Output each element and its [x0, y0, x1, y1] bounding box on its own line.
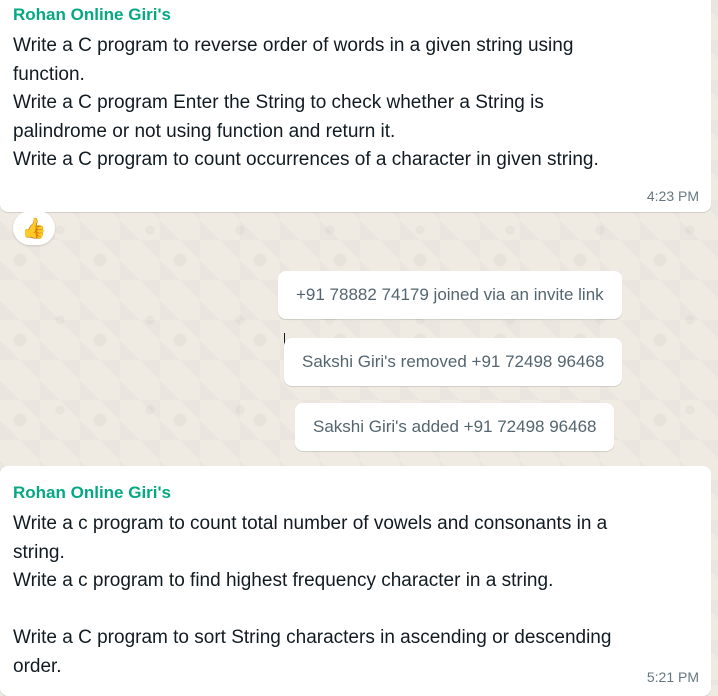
- message-text: Write a C program to sort String charact…: [13, 627, 612, 648]
- message-bubble[interactable]: Rohan Online Giri's Write a c program to…: [0, 466, 711, 696]
- message-text: Write a C program to count occurrences o…: [13, 149, 599, 170]
- thumbs-up-reaction-icon[interactable]: 👍: [13, 211, 55, 245]
- message-text: function.: [13, 63, 85, 85]
- message-text: Write a C program Enter the String to ch…: [13, 92, 544, 113]
- message-text: Write a c program to count total number …: [13, 513, 608, 534]
- message-text: [13, 596, 697, 625]
- message-text: palindrome or not using function and ret…: [13, 120, 396, 142]
- message-bubble[interactable]: Rohan Online Giri's Write a C program to…: [0, 0, 711, 212]
- system-message: +91 78882 74179 joined via an invite lin…: [278, 271, 622, 319]
- message-time: 4:23 PM: [646, 188, 699, 204]
- sender-name[interactable]: Rohan Online Giri's: [13, 482, 697, 504]
- message-text: order.: [13, 655, 62, 677]
- message-time: 5:21 PM: [646, 669, 699, 685]
- system-message: Sakshi Giri's added +91 72498 96468: [295, 403, 615, 451]
- sender-name[interactable]: Rohan Online Giri's: [13, 4, 697, 26]
- message-text: string.: [13, 541, 65, 563]
- system-message: Sakshi Giri's removed +91 72498 96468: [284, 338, 623, 386]
- message-text: Write a C program to reverse order of wo…: [13, 35, 574, 56]
- message-text: Write a c program to find highest freque…: [13, 570, 554, 591]
